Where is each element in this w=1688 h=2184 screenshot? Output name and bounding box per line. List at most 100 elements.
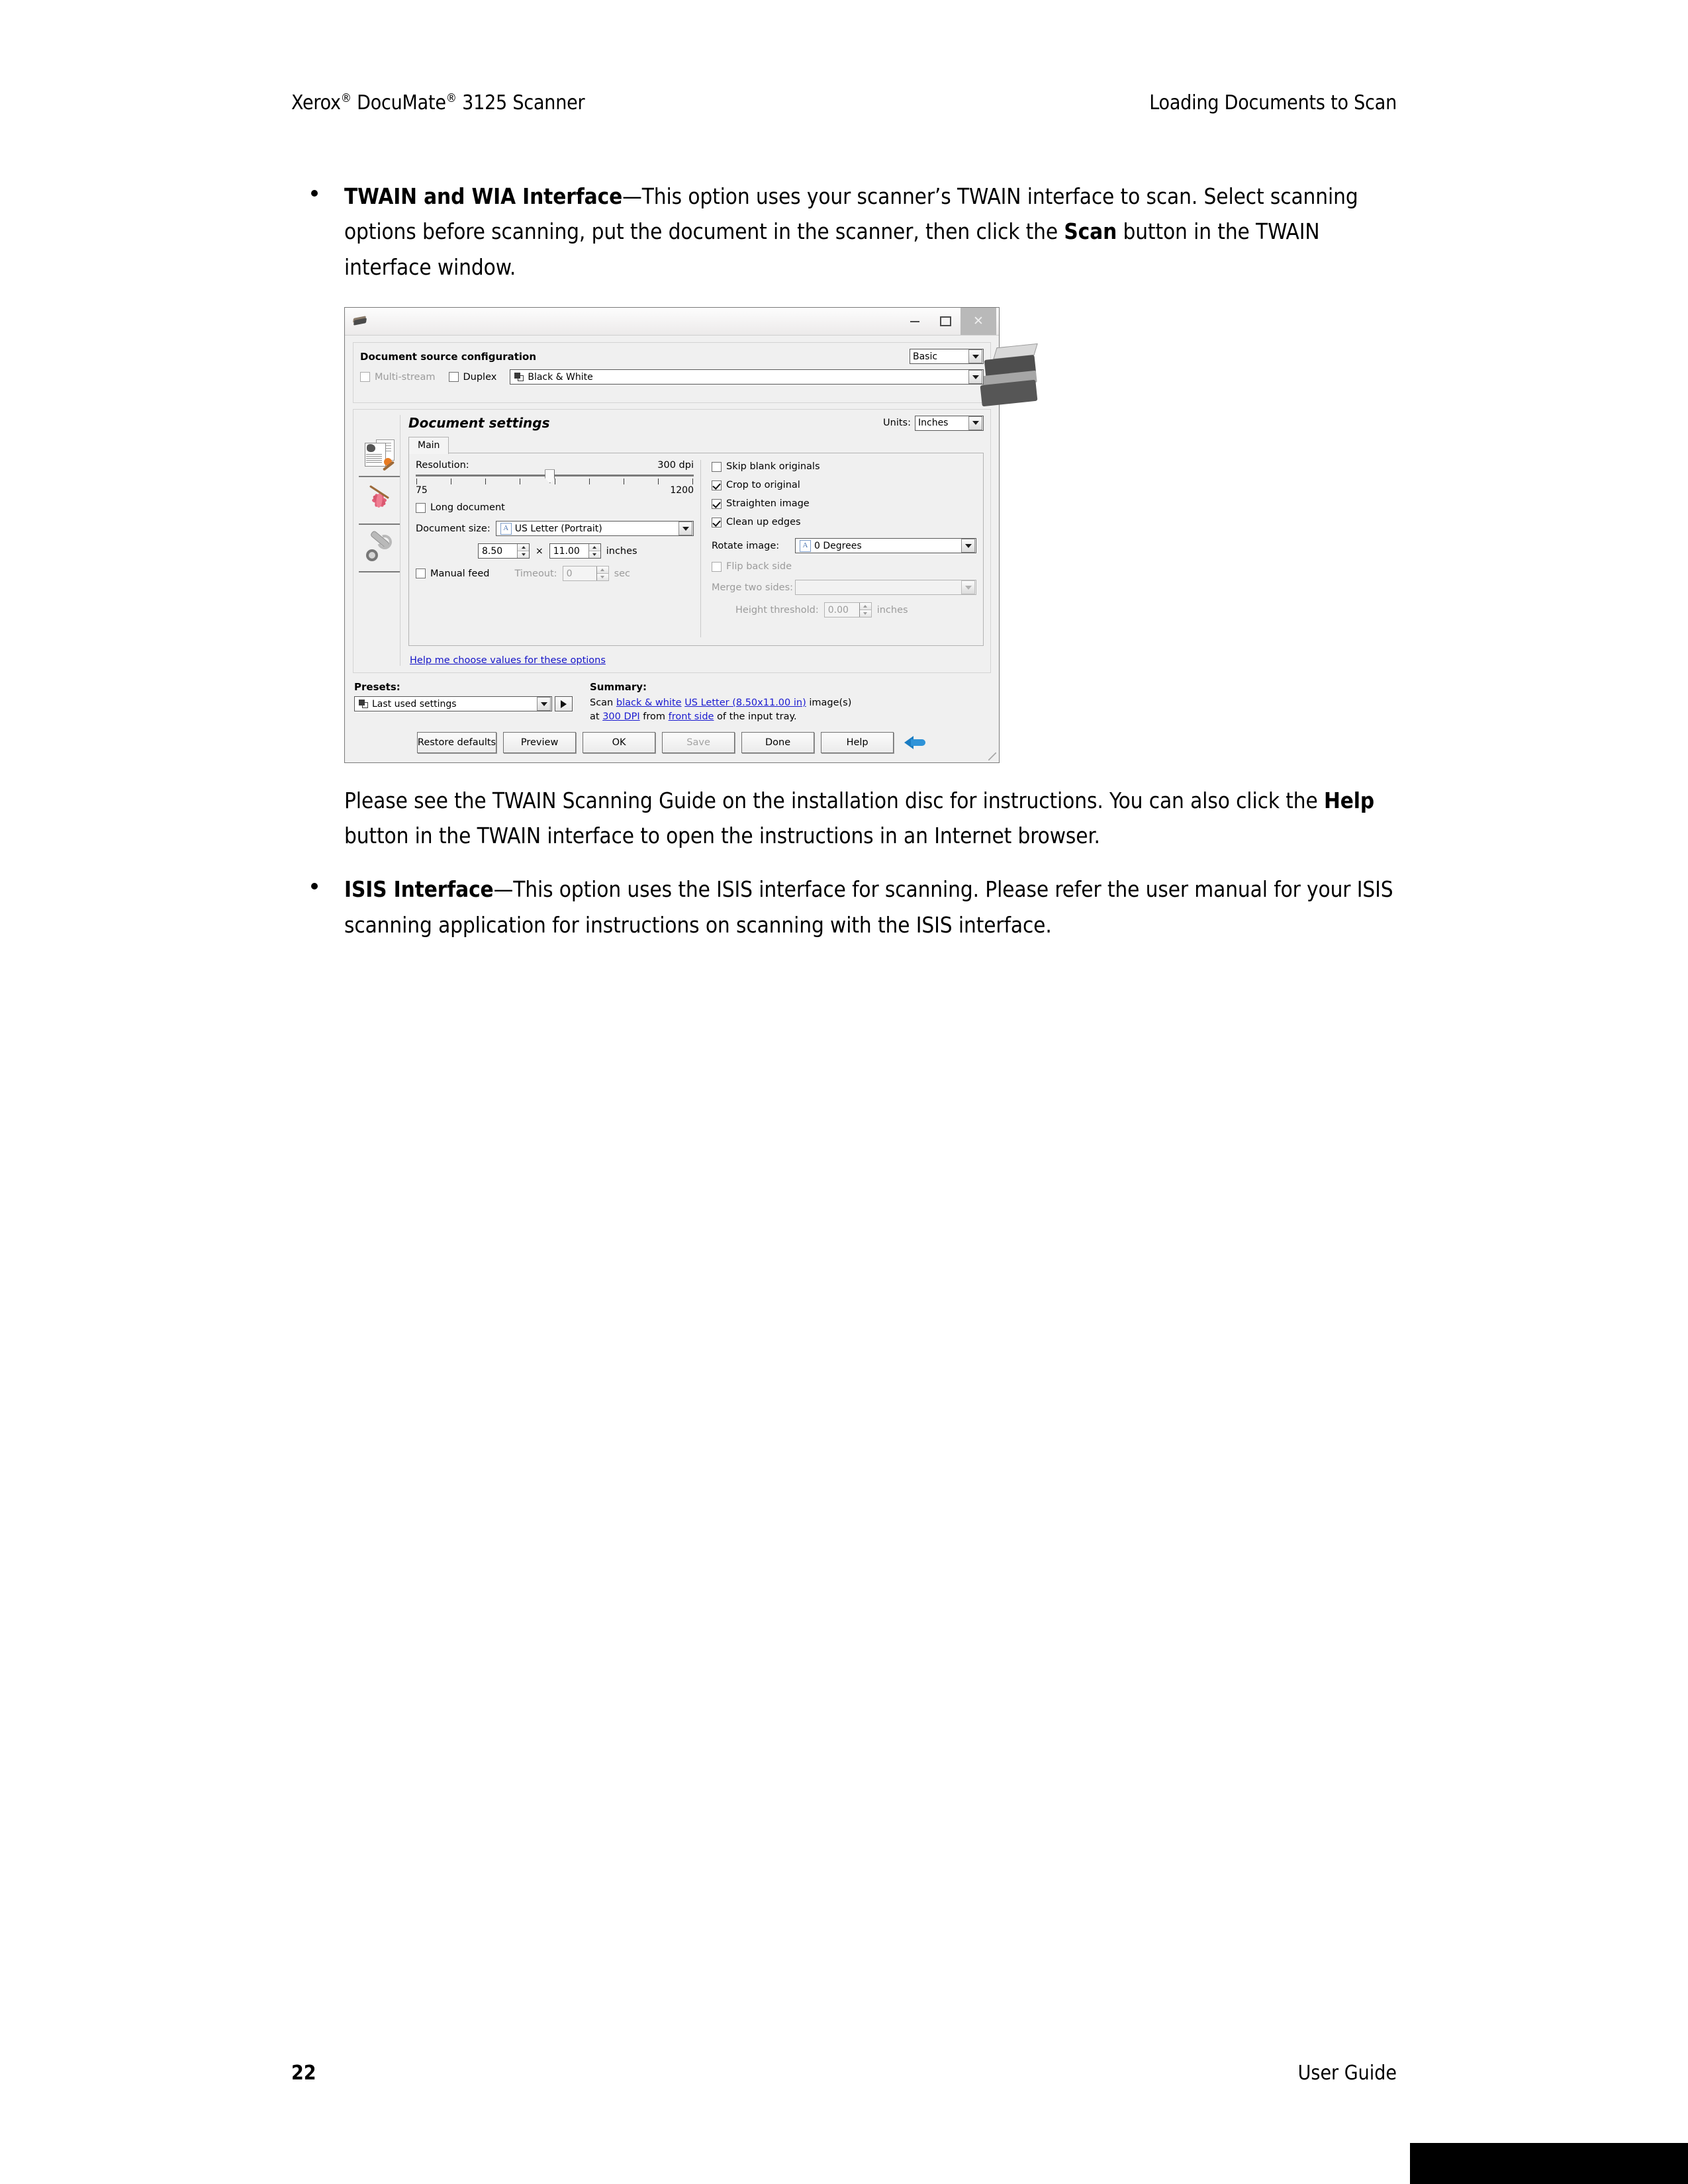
- preset-controls: Last used settings: [354, 696, 573, 712]
- rotate-image-dropdown[interactable]: A 0 Degrees: [795, 538, 976, 554]
- resolution-min-label: 75: [416, 485, 428, 496]
- back-arrow-icon[interactable]: [904, 733, 927, 752]
- config-mode-value: Basic: [913, 351, 938, 362]
- timeout-label: Timeout:: [514, 568, 557, 579]
- chevron-down-icon[interactable]: [968, 370, 982, 385]
- summary-color-mode-link[interactable]: black & white: [616, 698, 682, 708]
- close-icon[interactable]: ✕: [961, 308, 996, 336]
- document-size-row: Document size: A US Letter (Portrait): [416, 521, 694, 537]
- summary-side-link[interactable]: front side: [669, 711, 714, 722]
- apply-preset-button[interactable]: [555, 696, 573, 712]
- document-settings-title: Document settings: [408, 415, 550, 432]
- color-mode-value: Black & White: [528, 371, 593, 383]
- config-mode-dropdown[interactable]: Basic: [910, 349, 984, 365]
- clean-up-edges-row[interactable]: Clean up edges: [712, 517, 976, 527]
- scan-button-term: Scan: [1064, 218, 1117, 245]
- preset-dropdown[interactable]: Last used settings: [354, 696, 552, 712]
- rail-item-document[interactable]: [359, 430, 400, 478]
- long-document-checkbox[interactable]: [416, 502, 426, 513]
- crop-to-original-checkbox[interactable]: [712, 480, 722, 490]
- straighten-image-row[interactable]: Straighten image: [712, 498, 976, 509]
- multi-stream-checkbox[interactable]: [360, 372, 370, 383]
- long-document-label: Long document: [430, 502, 505, 514]
- help-link-wrapper: Help me choose values for these options: [408, 646, 984, 666]
- resize-grip-icon[interactable]: [988, 752, 996, 760]
- units-value: Inches: [918, 418, 949, 429]
- width-decrement-icon[interactable]: [518, 551, 529, 559]
- page-height-value: 11.00: [553, 545, 580, 557]
- height-threshold-value: 0.00: [827, 604, 849, 615]
- multi-stream-checkbox-row[interactable]: Multi-stream: [360, 372, 436, 383]
- chevron-down-icon[interactable]: [537, 697, 551, 711]
- width-increment-icon[interactable]: [518, 544, 529, 552]
- presets-summary-row: Presets: Last used settings Summary: Sca…: [353, 681, 991, 723]
- minimize-button[interactable]: [900, 308, 930, 335]
- skip-blank-originals-row[interactable]: Skip blank originals: [712, 461, 976, 472]
- rail-item-driver-configuration[interactable]: [359, 525, 400, 573]
- running-head-left: Xerox® DocuMate® 3125 Scanner: [291, 91, 585, 114]
- summary-line2-b: from: [639, 711, 669, 722]
- duplex-checkbox[interactable]: [448, 372, 459, 383]
- height-increment-icon[interactable]: [588, 544, 600, 552]
- summary-line1-c: image(s): [806, 698, 852, 709]
- presets-column: Presets: Last used settings: [354, 681, 573, 723]
- threshold-increment-icon: [859, 603, 871, 611]
- manual-feed-checkbox[interactable]: [416, 569, 426, 579]
- running-head: Xerox® DocuMate® 3125 Scanner Loading Do…: [291, 91, 1397, 114]
- units-dropdown[interactable]: Inches: [915, 415, 984, 431]
- skip-blank-originals-label: Skip blank originals: [726, 461, 820, 473]
- skip-blank-originals-checkbox[interactable]: [712, 461, 722, 472]
- restore-defaults-button[interactable]: Restore defaults: [416, 731, 497, 753]
- height-threshold-label: Height threshold:: [735, 604, 819, 615]
- page-width-stepper[interactable]: 8.50: [478, 543, 530, 559]
- rotate-image-value: 0 Degrees: [814, 540, 862, 551]
- page-height-stepper[interactable]: 11.00: [549, 543, 601, 559]
- ok-button[interactable]: OK: [583, 731, 656, 753]
- resolution-slider[interactable]: [416, 469, 694, 484]
- duplex-checkbox-row[interactable]: Duplex: [448, 371, 497, 383]
- clean-up-edges-checkbox[interactable]: [712, 517, 722, 527]
- page-width-value: 8.50: [482, 545, 503, 557]
- rotate-a-icon: A: [800, 539, 811, 552]
- tab-main[interactable]: Main: [408, 437, 449, 455]
- units-label: Units:: [883, 418, 911, 429]
- rotate-image-row: Rotate image: A 0 Degrees: [712, 538, 976, 554]
- chevron-down-icon: [961, 580, 975, 595]
- document-size-value: US Letter (Portrait): [514, 523, 602, 534]
- maximize-button[interactable]: [930, 308, 961, 335]
- chevron-down-icon[interactable]: [968, 416, 982, 430]
- units-control: Units: Inches: [883, 415, 984, 431]
- duplex-label: Duplex: [463, 371, 497, 383]
- timeout-stepper[interactable]: 0: [562, 566, 609, 582]
- crop-to-original-row[interactable]: Crop to original: [712, 480, 976, 490]
- long-document-checkbox-row[interactable]: Long document: [416, 502, 694, 513]
- rail-item-image-enhancements[interactable]: [359, 477, 400, 525]
- manual-feed-label: Manual feed: [430, 568, 490, 579]
- summary-page-size-link[interactable]: US Letter (8.50x11.00 in): [684, 698, 806, 708]
- chevron-down-icon[interactable]: [961, 539, 975, 553]
- timeout-value: 0: [566, 568, 573, 579]
- timeout-decrement-icon[interactable]: [596, 574, 608, 581]
- chevron-down-icon[interactable]: [968, 349, 982, 364]
- color-mode-dropdown[interactable]: Black & White: [510, 369, 984, 385]
- preview-button[interactable]: Preview: [503, 731, 577, 753]
- straighten-image-checkbox[interactable]: [712, 498, 722, 509]
- merge-two-sides-row: Merge two sides:: [712, 580, 976, 596]
- help-button[interactable]: Help: [821, 731, 894, 753]
- page-a-icon: A: [500, 522, 512, 535]
- dimension-separator: ×: [536, 545, 543, 557]
- resolution-value: 300 dpi: [657, 460, 694, 471]
- rotate-image-label: Rotate image:: [712, 540, 780, 551]
- document-size-dropdown[interactable]: A US Letter (Portrait): [495, 521, 694, 537]
- height-decrement-icon[interactable]: [588, 551, 600, 559]
- timeout-units: sec: [614, 568, 631, 579]
- corner-black-bar: [1410, 2143, 1688, 2184]
- summary-dpi-link[interactable]: 300 DPI: [602, 711, 639, 722]
- twain-guide-text-a: Please see the TWAIN Scanning Guide on t…: [344, 787, 1325, 813]
- done-button[interactable]: Done: [741, 731, 815, 753]
- chevron-down-icon[interactable]: [679, 522, 692, 536]
- timeout-increment-icon[interactable]: [596, 567, 608, 574]
- threshold-decrement-icon: [859, 610, 871, 617]
- help-me-choose-link[interactable]: Help me choose values for these options: [410, 655, 606, 666]
- flower-brush-icon: [364, 485, 395, 515]
